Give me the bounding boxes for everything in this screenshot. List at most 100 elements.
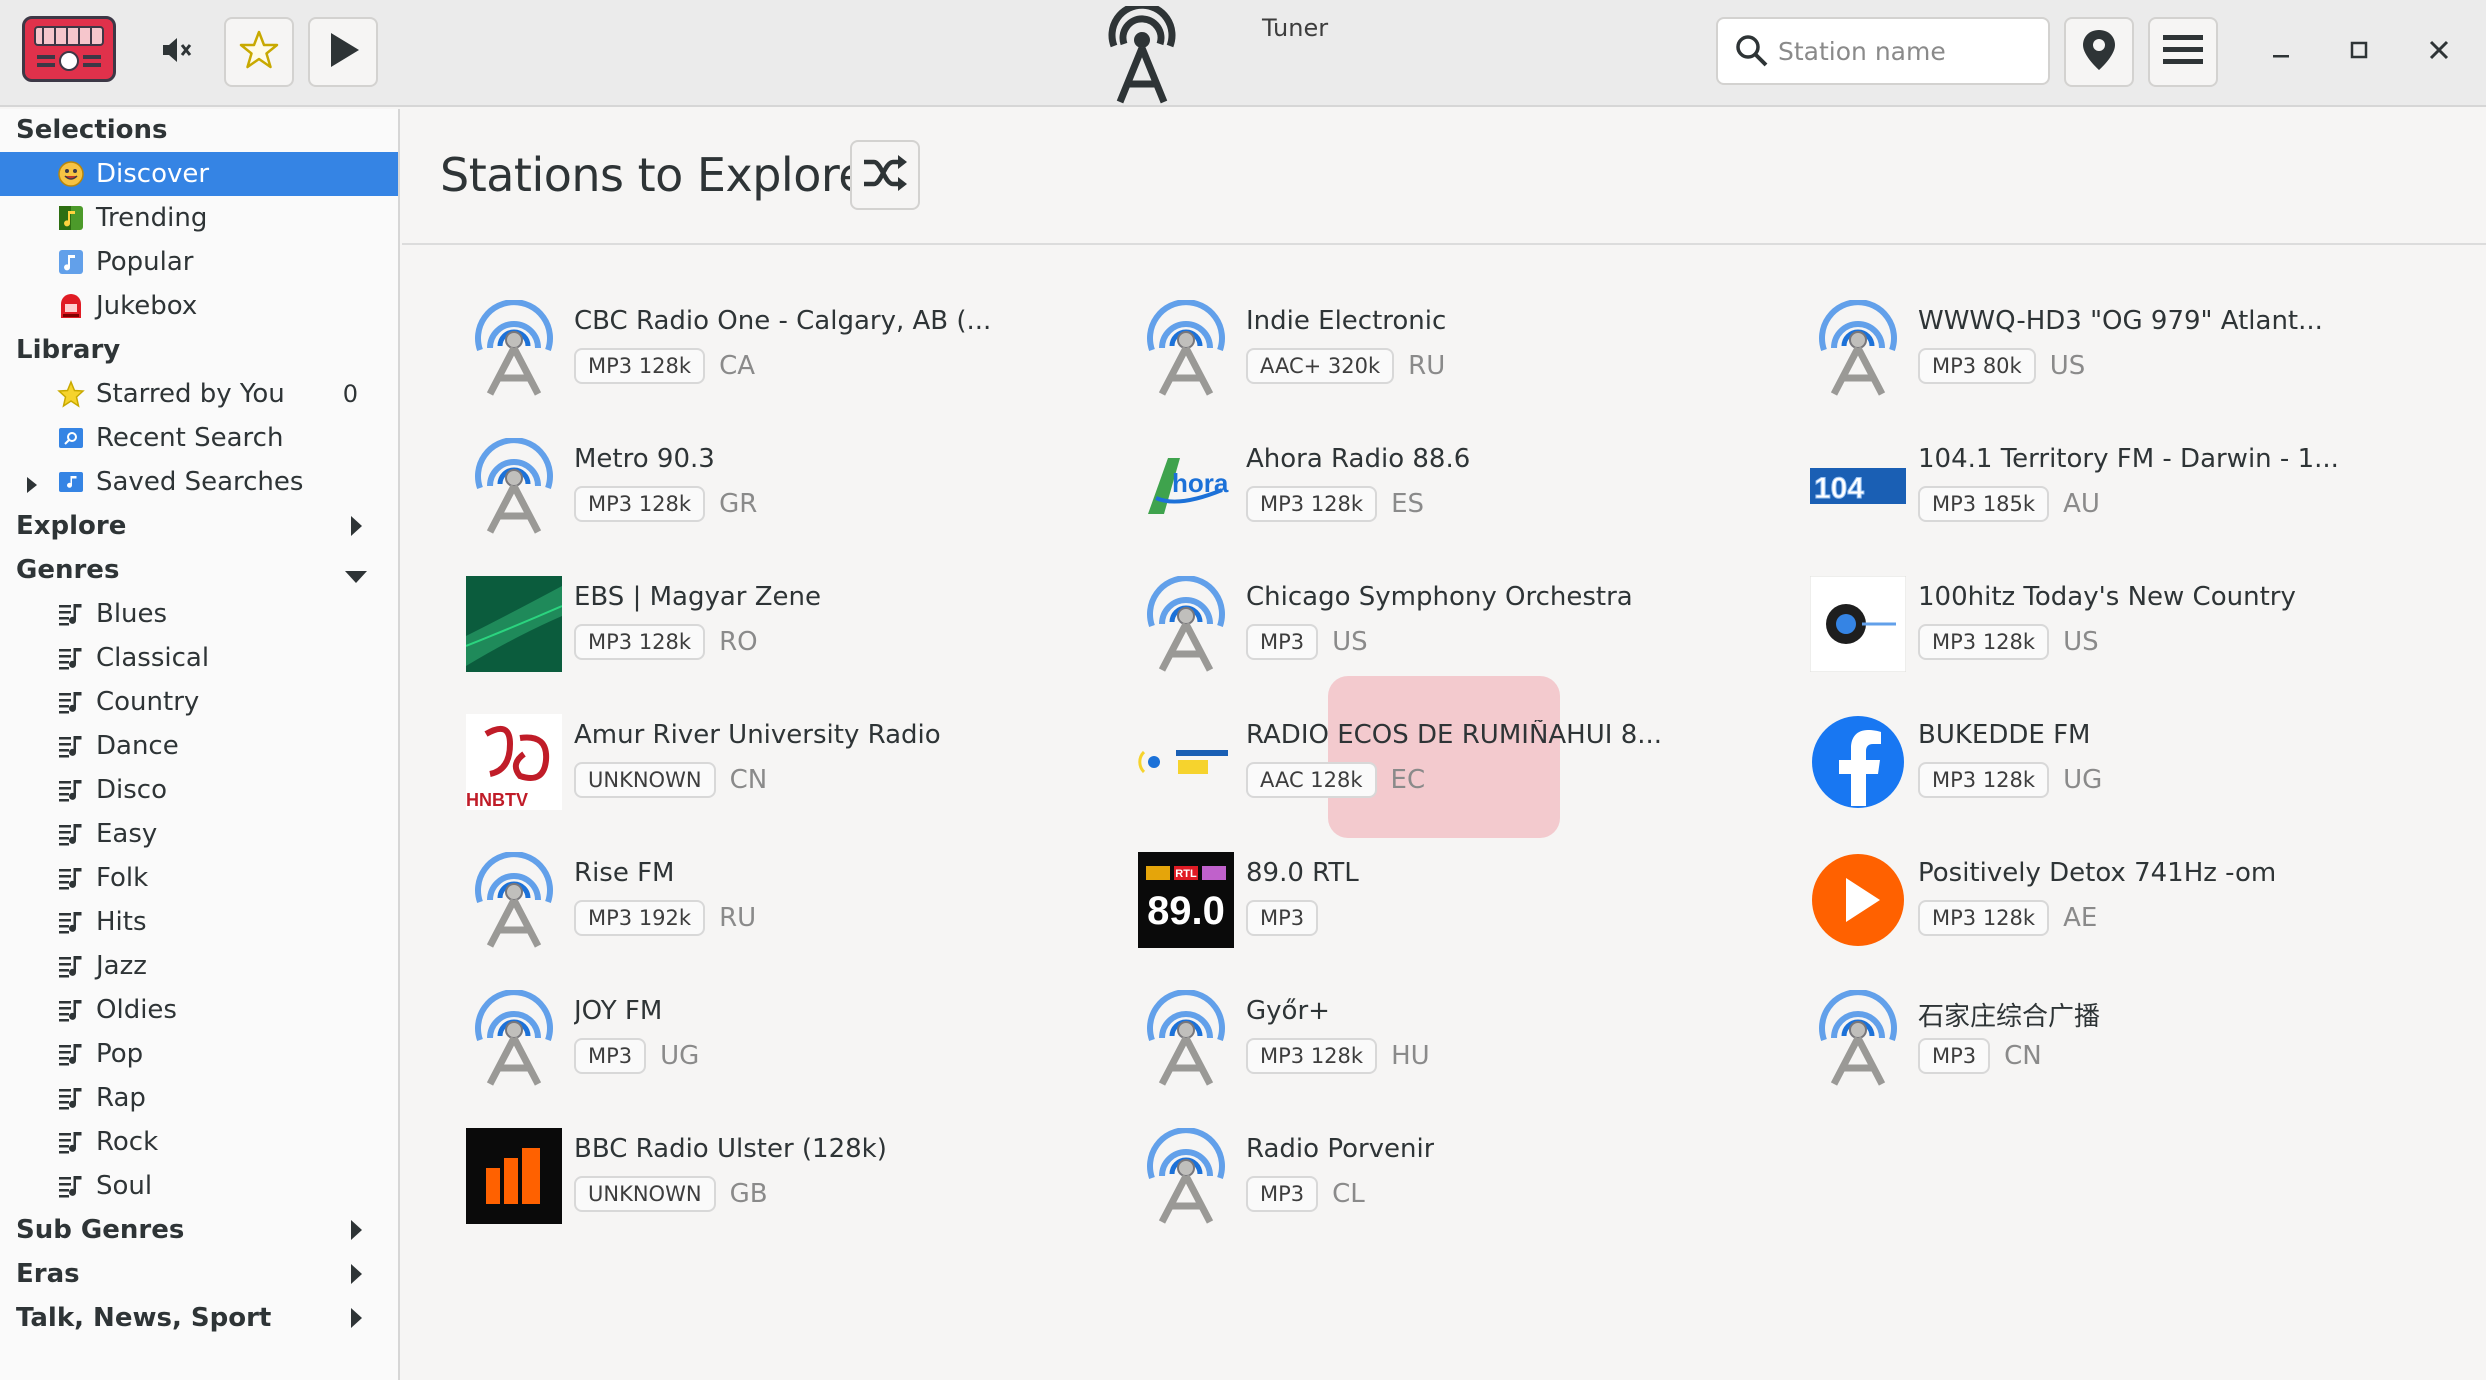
station-meta: MP3 128k UG	[1918, 762, 2102, 798]
station-card[interactable]: EBS | Magyar Zene MP3 128k RO	[466, 576, 1106, 676]
station-meta: MP3 CL	[1246, 1176, 1365, 1212]
sidebar-item-saved-searches[interactable]: Saved Searches	[0, 460, 398, 504]
station-name: RADIO ECOS DE RUMIÑAHUI 8...	[1246, 720, 1663, 750]
trending-music-icon	[56, 203, 86, 233]
star-icon	[56, 379, 86, 409]
sidebar-heading-talk-news-sport[interactable]: Talk, News, Sport	[0, 1296, 398, 1340]
sidebar-item-genre-easy[interactable]: Easy	[0, 812, 398, 856]
sidebar-item-genre-folk[interactable]: Folk	[0, 856, 398, 900]
location-button[interactable]	[2064, 17, 2134, 87]
search-box[interactable]	[1716, 17, 2050, 85]
sidebar-item-genre-blues[interactable]: Blues	[0, 592, 398, 636]
play-button[interactable]	[308, 17, 378, 87]
sidebar-item-genre-jazz[interactable]: Jazz	[0, 944, 398, 988]
sidebar-item-trending[interactable]: Trending	[0, 196, 398, 240]
station-logo: 104	[1810, 438, 1906, 534]
sidebar-item-genre-disco[interactable]: Disco	[0, 768, 398, 812]
station-card[interactable]: Rise FM MP3 192k RU	[466, 852, 1106, 952]
playlist-icon	[56, 1127, 86, 1157]
station-meta: UNKNOWN GB	[574, 1176, 768, 1212]
station-card[interactable]: CBC Radio One - Calgary, AB (... MP3 128k…	[466, 300, 1106, 400]
search-input[interactable]	[1778, 19, 2038, 83]
playlist-icon	[56, 819, 86, 849]
codec-badge: MP3	[1246, 624, 1319, 660]
playlist-icon	[56, 1039, 86, 1069]
station-card[interactable]: Radio Porvenir MP3 CL	[1138, 1128, 1778, 1228]
station-card[interactable]: HNBTV Amur River University Radio UNKNOWN C…	[466, 714, 1106, 814]
codec-badge: MP3	[1918, 1038, 1991, 1074]
station-country: GR	[719, 489, 758, 519]
star-button[interactable]	[224, 17, 294, 87]
station-meta: MP3 128k ES	[1246, 486, 1424, 522]
radio-antenna-icon	[466, 300, 562, 396]
station-logo	[466, 1128, 562, 1224]
sidebar-item-genre-soul[interactable]: Soul	[0, 1164, 398, 1208]
chevron-down-icon	[344, 562, 368, 592]
sidebar-heading-selections: Selections	[0, 108, 398, 152]
station-card[interactable]: 100hitz Today's New Country MP3 128k US	[1810, 576, 2450, 676]
sidebar-item-genre-hits[interactable]: Hits	[0, 900, 398, 944]
sidebar-item-genre-rock[interactable]: Rock	[0, 1120, 398, 1164]
station-card[interactable]: WWWQ-HD3 "OG 979" Atlant... MP3 80k US	[1810, 300, 2450, 400]
codec-badge: MP3 185k	[1918, 486, 2050, 522]
sidebar-item-genre-country[interactable]: Country	[0, 680, 398, 724]
station-card[interactable]: RADIO ECOS DE RUMIÑAHUI 8... AAC 128k EC	[1138, 714, 1778, 814]
station-card[interactable]: 石家庄综合广播 MP3 CN	[1810, 990, 2450, 1090]
radio-antenna-icon	[1138, 990, 1234, 1086]
sidebar-item-genre-pop[interactable]: Pop	[0, 1032, 398, 1076]
sidebar-item-label: Discover	[96, 159, 210, 189]
playlist-icon	[56, 951, 86, 981]
sidebar-item-label: Pop	[96, 1039, 144, 1069]
expand-arrow-icon[interactable]	[24, 472, 40, 502]
station-card[interactable]: hora Ahora Radio 88.6 MP3 128k ES	[1138, 438, 1778, 538]
sidebar-item-discover[interactable]: Discover	[0, 152, 398, 196]
station-card[interactable]: BBC Radio Ulster (128k) UNKNOWN GB	[466, 1128, 1106, 1228]
sidebar-item-recent-search[interactable]: Recent Search	[0, 416, 398, 460]
facebook-logo-icon	[1810, 714, 1906, 810]
station-card[interactable]: Indie Electronic AAC+ 320k RU	[1138, 300, 1778, 400]
station-card[interactable]: Chicago Symphony Orchestra MP3 US	[1138, 576, 1778, 676]
station-meta: AAC+ 320k RU	[1246, 348, 1445, 384]
maximize-button[interactable]	[2334, 27, 2384, 77]
sidebar-item-jukebox[interactable]: Jukebox	[0, 284, 398, 328]
playlist-icon	[56, 731, 86, 761]
close-button[interactable]	[2414, 27, 2464, 77]
station-card[interactable]: Győr+ MP3 128k HU	[1138, 990, 1778, 1090]
sidebar-item-label: Trending	[96, 203, 208, 233]
chevron-right-icon	[348, 1262, 364, 1293]
station-card[interactable]: Positively Detox 741Hz -om MP3 128k AE	[1810, 852, 2450, 952]
sidebar-item-starred[interactable]: Starred by You 0	[0, 372, 398, 416]
sidebar-item-genre-dance[interactable]: Dance	[0, 724, 398, 768]
station-card[interactable]: Metro 90.3 MP3 128k GR	[466, 438, 1106, 538]
sidebar-item-popular[interactable]: Popular	[0, 240, 398, 284]
maximize-icon	[2349, 40, 2369, 64]
radio-antenna-icon	[466, 438, 562, 534]
star-outline-icon	[237, 28, 281, 76]
mute-button[interactable]	[140, 17, 210, 87]
sidebar-heading-sub-genres[interactable]: Sub Genres	[0, 1208, 398, 1252]
sidebar-heading-library: Library	[0, 328, 398, 372]
station-country: CL	[1332, 1179, 1365, 1209]
station-country: EC	[1390, 765, 1426, 795]
station-name: 100hitz Today's New Country	[1918, 582, 2296, 612]
sidebar-item-label: Hits	[96, 907, 147, 937]
sidebar-item-genre-rap[interactable]: Rap	[0, 1076, 398, 1120]
station-card[interactable]: RTL 89.0 89.0 RTL MP3	[1138, 852, 1778, 952]
radio-app-icon	[22, 16, 116, 82]
station-card[interactable]: 104 104.1 Territory FM - Darwin - 1... MP3…	[1810, 438, 2450, 538]
station-name: Indie Electronic	[1246, 306, 1447, 336]
svg-text:HNBTV: HNBTV	[466, 790, 528, 810]
station-country: RO	[719, 627, 758, 657]
main-menu-button[interactable]	[2148, 17, 2218, 87]
sidebar-item-genre-oldies[interactable]: Oldies	[0, 988, 398, 1032]
station-card[interactable]: BUKEDDE FM MP3 128k UG	[1810, 714, 2450, 814]
sidebar-heading-genres[interactable]: Genres	[0, 548, 398, 592]
sidebar-item-genre-classical[interactable]: Classical	[0, 636, 398, 680]
shuffle-button[interactable]	[850, 140, 920, 210]
station-card[interactable]: JOY FM MP3 UG	[466, 990, 1106, 1090]
station-country: UG	[2063, 765, 2103, 795]
sidebar-heading-eras[interactable]: Eras	[0, 1252, 398, 1296]
minimize-button[interactable]	[2256, 27, 2306, 77]
sidebar-heading-explore[interactable]: Explore	[0, 504, 398, 548]
minimize-icon	[2271, 40, 2291, 64]
